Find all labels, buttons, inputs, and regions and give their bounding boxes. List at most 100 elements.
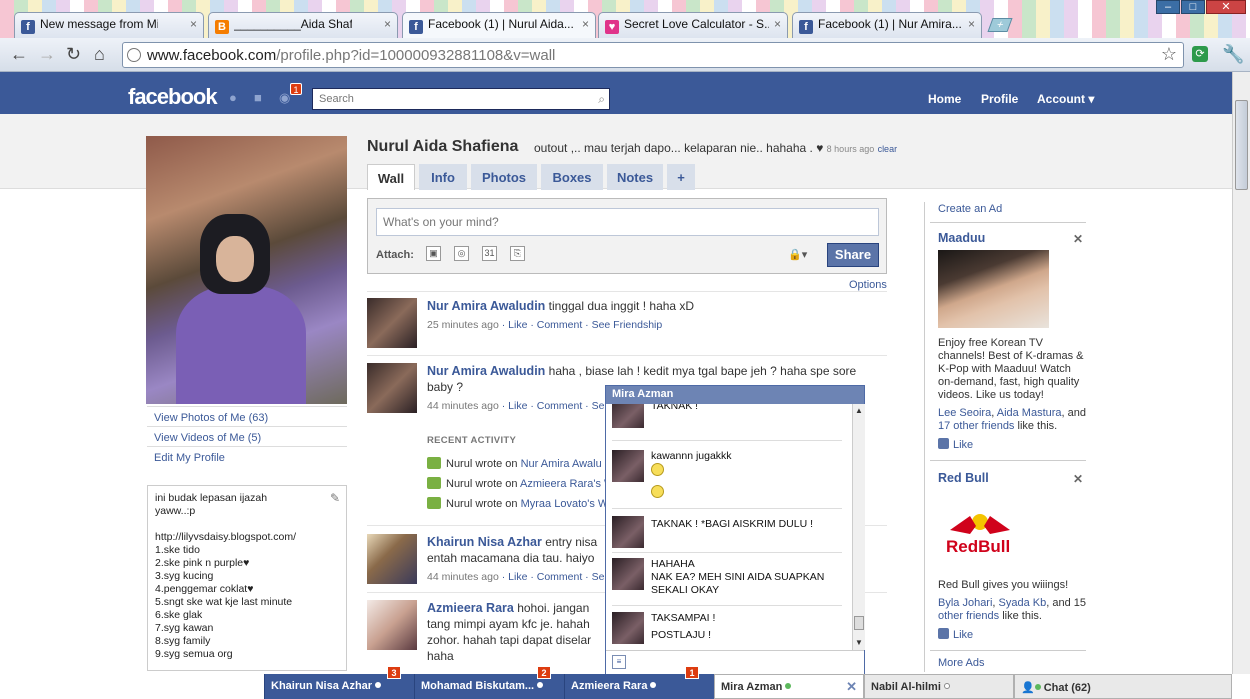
chat-message: TAKSAMPAI ! POSTLAJU !: [612, 612, 847, 648]
page-scrollbar[interactable]: [1232, 72, 1250, 674]
chat-input[interactable]: ≡: [606, 650, 864, 675]
new-tab-button[interactable]: +: [987, 18, 1013, 32]
nav-profile[interactable]: Profile: [981, 92, 1018, 106]
tab-notes[interactable]: Notes: [607, 164, 663, 190]
person-icon: 👤: [1021, 682, 1035, 694]
poster-name[interactable]: Nur Amira Awaludin: [427, 299, 545, 313]
link-attach-icon[interactable]: ⎘: [510, 246, 525, 261]
video-attach-icon[interactable]: ◎: [454, 246, 469, 261]
emoticon-icon[interactable]: ≡: [612, 655, 626, 669]
options-link[interactable]: Options: [849, 279, 887, 291]
wrench-icon[interactable]: 🔧: [1222, 44, 1244, 65]
tab-wall[interactable]: Wall: [367, 164, 415, 190]
chat-tab[interactable]: Nabil Al-hilmi: [864, 674, 1014, 699]
profile-name: Nurul Aida Shafiena: [367, 138, 519, 155]
chat-buddy-list-button[interactable]: 👤 Chat (62): [1014, 674, 1232, 699]
tab-photos[interactable]: Photos: [471, 164, 537, 190]
window-close-button[interactable]: ✕: [1206, 0, 1246, 14]
avatar[interactable]: [367, 363, 417, 413]
browser-tab-1[interactable]: fNew message from Mira!×: [14, 12, 204, 38]
view-photos-link[interactable]: View Photos of Me (63): [147, 406, 347, 424]
recent-activity-item: Nurul wrote on Myraa Lovato's W: [427, 497, 608, 510]
extension-icon[interactable]: ⟳: [1192, 46, 1208, 62]
close-icon[interactable]: ✕: [846, 679, 857, 695]
scroll-up-icon[interactable]: ▲: [855, 406, 863, 415]
search-input[interactable]: Search ⌕: [312, 88, 610, 110]
chat-tab[interactable]: Azmieera Rara 1: [564, 666, 714, 699]
redbull-logo[interactable]: RedBull: [940, 508, 1020, 558]
edit-profile-link[interactable]: Edit My Profile: [147, 446, 347, 464]
browser-tab-3[interactable]: f Facebook (1) | Nurul Aida... ×: [402, 12, 596, 38]
close-icon[interactable]: ×: [968, 17, 975, 31]
scrollbar-thumb[interactable]: [1235, 100, 1248, 190]
pencil-icon[interactable]: ✎: [330, 492, 340, 505]
like-button[interactable]: Like: [938, 628, 973, 641]
clear-status-link[interactable]: clear: [878, 144, 898, 154]
chat-tab[interactable]: Khairun Nisa Azhar 3: [264, 666, 414, 699]
photo-attach-icon[interactable]: ▣: [426, 246, 441, 261]
minimize-button[interactable]: –: [1156, 0, 1180, 14]
tab-boxes[interactable]: Boxes: [541, 164, 603, 190]
post-actions[interactable]: · Like · Comment · See Friendship: [502, 319, 662, 331]
chat-bar: Khairun Nisa Azhar 3 Mohamad Biskutam...…: [0, 666, 1250, 699]
close-icon[interactable]: ×: [384, 17, 391, 31]
browser-tab-4[interactable]: ♥ Secret Love Calculator - S... ×: [598, 12, 788, 38]
online-indicator: [375, 682, 382, 688]
share-button[interactable]: Share: [827, 243, 879, 267]
scrollbar-thumb[interactable]: [854, 616, 864, 630]
chat-message: TAKNAK ! *BAGI AISKRIM DULU !: [612, 516, 847, 552]
friend-requests-icon[interactable]: ●: [229, 90, 237, 105]
browser-tab-2[interactable]: B__________Aida Shafiena×: [208, 12, 398, 38]
add-tab-button[interactable]: +: [667, 164, 695, 190]
home-icon[interactable]: ⌂: [94, 44, 105, 65]
status-input[interactable]: What's on your mind?: [376, 208, 879, 236]
chat-window-title[interactable]: Mira Azman: [606, 386, 864, 404]
chat-tab[interactable]: Mohamad Biskutam... 2: [414, 666, 564, 699]
notifications-icon[interactable]: ◉: [279, 90, 290, 106]
chat-scrollbar[interactable]: ▲ ▼: [852, 404, 865, 650]
browser-tab-strip: fNew message from Mira!× B__________Aida…: [0, 0, 1250, 38]
chat-tab-active[interactable]: Mira Azman ✕: [714, 674, 864, 699]
scroll-down-icon[interactable]: ▼: [855, 638, 863, 647]
close-icon[interactable]: ✕: [1073, 232, 1083, 246]
online-indicator: [785, 683, 792, 689]
search-icon[interactable]: ⌕: [598, 92, 605, 107]
poster-name[interactable]: Nur Amira Awaludin: [427, 364, 545, 378]
close-icon[interactable]: ✕: [1073, 472, 1083, 486]
post-actions[interactable]: · Like · Comment · Se: [502, 400, 605, 412]
create-ad-link[interactable]: Create an Ad: [938, 203, 1002, 215]
like-button[interactable]: Like: [938, 438, 973, 451]
nav-account[interactable]: Account ▾: [1037, 92, 1094, 106]
tab-info[interactable]: Info: [419, 164, 467, 190]
poster-name[interactable]: Khairun Nisa Azhar: [427, 535, 542, 549]
maximize-button[interactable]: □: [1181, 0, 1205, 14]
online-indicator: [650, 682, 657, 688]
forward-arrow-icon[interactable]: →: [38, 44, 56, 65]
privacy-lock-icon[interactable]: 🔒▾: [788, 248, 807, 261]
close-icon[interactable]: ×: [190, 17, 197, 31]
post-actions[interactable]: · Like · Comment · Se: [502, 571, 605, 583]
avatar[interactable]: [367, 600, 417, 650]
poster-name[interactable]: Azmieera Rara: [427, 601, 514, 615]
reload-icon[interactable]: ↻: [66, 44, 81, 65]
facebook-logo[interactable]: facebook: [128, 84, 218, 110]
ad-social-maaduu: Lee Seoira, Aida Mastura, and 17 other f…: [938, 407, 1087, 432]
back-arrow-icon[interactable]: ←: [10, 44, 28, 65]
nav-home[interactable]: Home: [928, 92, 961, 106]
ad-title-maaduu[interactable]: Maaduu: [938, 231, 985, 245]
close-icon[interactable]: ×: [582, 17, 589, 31]
bookmark-star-icon[interactable]: ☆: [1161, 44, 1177, 65]
messages-icon[interactable]: ■: [254, 90, 262, 105]
close-icon[interactable]: ×: [774, 17, 781, 31]
view-videos-link[interactable]: View Videos of Me (5): [147, 426, 347, 444]
avatar[interactable]: [367, 298, 417, 348]
more-ads-link[interactable]: More Ads: [938, 657, 984, 669]
ad-title-redbull[interactable]: Red Bull: [938, 471, 989, 485]
ad-image-maaduu[interactable]: [938, 250, 1049, 328]
event-attach-icon[interactable]: 31: [482, 246, 497, 261]
browser-tab-5[interactable]: f Facebook (1) | Nur Amira... ×: [792, 12, 982, 38]
profile-picture[interactable]: [146, 136, 347, 404]
recent-activity-title: RECENT ACTIVITY: [427, 435, 517, 446]
avatar[interactable]: [367, 534, 417, 584]
address-bar[interactable]: www.facebook.com/profile.php?id=10000093…: [122, 42, 1184, 68]
